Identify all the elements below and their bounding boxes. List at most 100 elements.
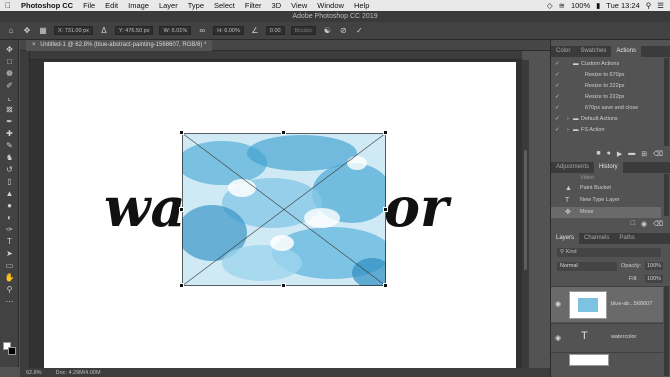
action-item[interactable]: ✓ 670px save and close <box>551 104 661 113</box>
menu-filter[interactable]: Filter <box>240 1 267 10</box>
transform-handle-top-right[interactable] <box>383 130 388 135</box>
delete-icon[interactable]: ⌫ <box>653 150 663 158</box>
healing-brush-tool-icon[interactable]: ✚ <box>3 128 16 139</box>
document-tab[interactable]: × Untitled-1 @ 62.8% (blue-abstract-pain… <box>26 40 213 51</box>
tab-history[interactable]: History <box>594 162 623 173</box>
apple-icon[interactable]:  <box>0 1 16 10</box>
eraser-tool-icon[interactable]: ▯ <box>3 176 16 187</box>
dodge-tool-icon[interactable]: ◐ <box>3 212 16 223</box>
transform-handle-left[interactable] <box>179 207 184 212</box>
history-step-selected[interactable]: ✥ Move <box>551 207 661 218</box>
tab-actions[interactable]: Actions <box>611 46 642 57</box>
paint-bucket-tool-icon[interactable]: ▲ <box>3 188 16 199</box>
interpolation-select[interactable]: Bicubic <box>290 26 317 35</box>
layer-row[interactable]: ◉ T watercolor <box>551 323 663 351</box>
delta-icon[interactable]: Δ <box>99 26 109 36</box>
chevron-right-icon[interactable]: › <box>567 126 569 135</box>
crop-tool-icon[interactable]: ⌞ <box>3 92 16 103</box>
layer-filter[interactable]: ⚲ Kind <box>557 248 661 257</box>
horizontal-ruler[interactable] <box>30 51 522 60</box>
text-layer-right[interactable]: or <box>384 180 448 234</box>
clock[interactable]: Tue 13:24 <box>606 1 640 10</box>
tab-adjustments[interactable]: Adjustments <box>551 162 594 173</box>
move-tool-options-icon[interactable]: ✥ <box>22 26 32 36</box>
spotlight-icon[interactable]: ⚲ <box>646 1 652 10</box>
play-icon[interactable]: ▶ <box>617 150 622 158</box>
actions-scrollbar[interactable] <box>664 58 669 146</box>
checkmark-icon[interactable]: ✓ <box>555 93 563 102</box>
home-icon[interactable]: ⌂ <box>6 26 16 36</box>
tab-channels[interactable]: Channels <box>579 233 614 244</box>
close-tab-icon[interactable]: × <box>32 42 36 48</box>
delete-icon[interactable]: ⌫ <box>653 220 663 228</box>
blur-tool-icon[interactable]: ● <box>3 200 16 211</box>
frame-tool-icon[interactable]: ⊠ <box>3 104 16 115</box>
battery-icon[interactable]: ▮ <box>596 1 600 10</box>
cancel-icon[interactable]: ⊘ <box>338 26 348 36</box>
history-step[interactable]: ▲ Paint Bucket <box>551 183 661 194</box>
tab-swatches[interactable]: Swatches <box>575 46 611 57</box>
checkmark-icon[interactable]: ✓ <box>555 60 563 69</box>
layer-row-selected[interactable]: ◉ blue-ab...568607 <box>551 286 663 322</box>
marquee-tool-icon[interactable]: □ <box>3 56 16 67</box>
hand-tool-icon[interactable]: ✋ <box>3 272 16 283</box>
reference-point-icon[interactable]: ▦ <box>38 26 48 36</box>
tab-paths[interactable]: Paths <box>614 233 639 244</box>
vertical-ruler[interactable] <box>20 51 30 368</box>
checkmark-icon[interactable]: ✓ <box>555 71 563 80</box>
history-brush-tool-icon[interactable]: ↺ <box>3 164 16 175</box>
action-set-fs[interactable]: ✓ › ▬ FS Action <box>551 126 661 135</box>
zoom-tool-icon[interactable]: ⚲ <box>3 284 16 295</box>
menu-window[interactable]: Window <box>312 1 349 10</box>
menu-select[interactable]: Select <box>209 1 240 10</box>
blend-mode-select[interactable]: Normal <box>557 262 617 271</box>
fill-field[interactable]: 100% <box>645 275 664 283</box>
quick-select-tool-icon[interactable]: ✐ <box>3 80 16 91</box>
path-select-tool-icon[interactable]: ➤ <box>3 248 16 259</box>
angle-field[interactable]: 0.00 <box>265 26 285 35</box>
dropbox-icon[interactable]: ◇ <box>547 1 553 10</box>
tab-layers[interactable]: Layers <box>551 233 580 244</box>
wifi-icon[interactable]: ≊ <box>559 1 565 10</box>
transform-handle-top[interactable] <box>281 130 286 135</box>
placed-image[interactable] <box>182 133 386 286</box>
new-document-icon[interactable]: □ <box>631 220 635 227</box>
transform-handle-bottom-left[interactable] <box>179 283 184 288</box>
canvas-area[interactable]: wa or <box>30 60 522 368</box>
scrollbar-thumb[interactable] <box>524 150 527 270</box>
transform-handle-top-left[interactable] <box>179 130 184 135</box>
menu-list-icon[interactable]: ☰ <box>657 1 664 10</box>
type-tool-icon[interactable]: T <box>3 236 16 247</box>
menu-3d[interactable]: 3D <box>267 1 287 10</box>
link-icon[interactable]: ∞ <box>197 26 207 36</box>
chevron-right-icon[interactable]: › <box>567 115 569 124</box>
menu-file[interactable]: File <box>78 1 100 10</box>
height-field[interactable]: H: 6.00% <box>213 26 244 35</box>
menu-layer[interactable]: Layer <box>154 1 183 10</box>
checkmark-icon[interactable]: ✓ <box>555 126 563 135</box>
history-scrollbar[interactable] <box>664 174 669 216</box>
checkmark-icon[interactable]: ✓ <box>555 82 563 91</box>
menu-photoshop[interactable]: Photoshop CC <box>16 1 78 10</box>
history-step[interactable]: T New Type Layer <box>551 195 661 206</box>
more-tools-icon[interactable]: ⋯ <box>3 296 16 307</box>
layers-scrollbar[interactable] <box>664 286 669 376</box>
layer-row[interactable] <box>551 352 663 377</box>
canvas-scrollbar[interactable] <box>522 60 529 368</box>
y-position-field[interactable]: Y: 476.50 px <box>114 26 154 35</box>
width-field[interactable]: W: 6.01% <box>159 26 192 35</box>
menu-image[interactable]: Image <box>123 1 154 10</box>
action-set-custom[interactable]: ✓ ▬ Custom Actions <box>551 60 661 69</box>
background-color-swatch[interactable] <box>8 347 16 355</box>
shape-tool-icon[interactable]: ▭ <box>3 260 16 271</box>
text-layer-left[interactable]: wa <box>104 180 185 234</box>
history-step[interactable]: Video <box>551 174 661 182</box>
artboard[interactable]: wa or <box>44 62 516 368</box>
clone-stamp-tool-icon[interactable]: ♞ <box>3 152 16 163</box>
move-tool-icon[interactable]: ✥ <box>3 44 16 55</box>
checkmark-icon[interactable]: ✓ <box>555 104 563 113</box>
brush-tool-icon[interactable]: ✎ <box>3 140 16 151</box>
new-set-icon[interactable]: ▬ <box>628 150 635 157</box>
x-position-field[interactable]: X: 731.00 px <box>54 26 93 35</box>
action-item[interactable]: ✓ Resize to 670px <box>551 71 661 80</box>
